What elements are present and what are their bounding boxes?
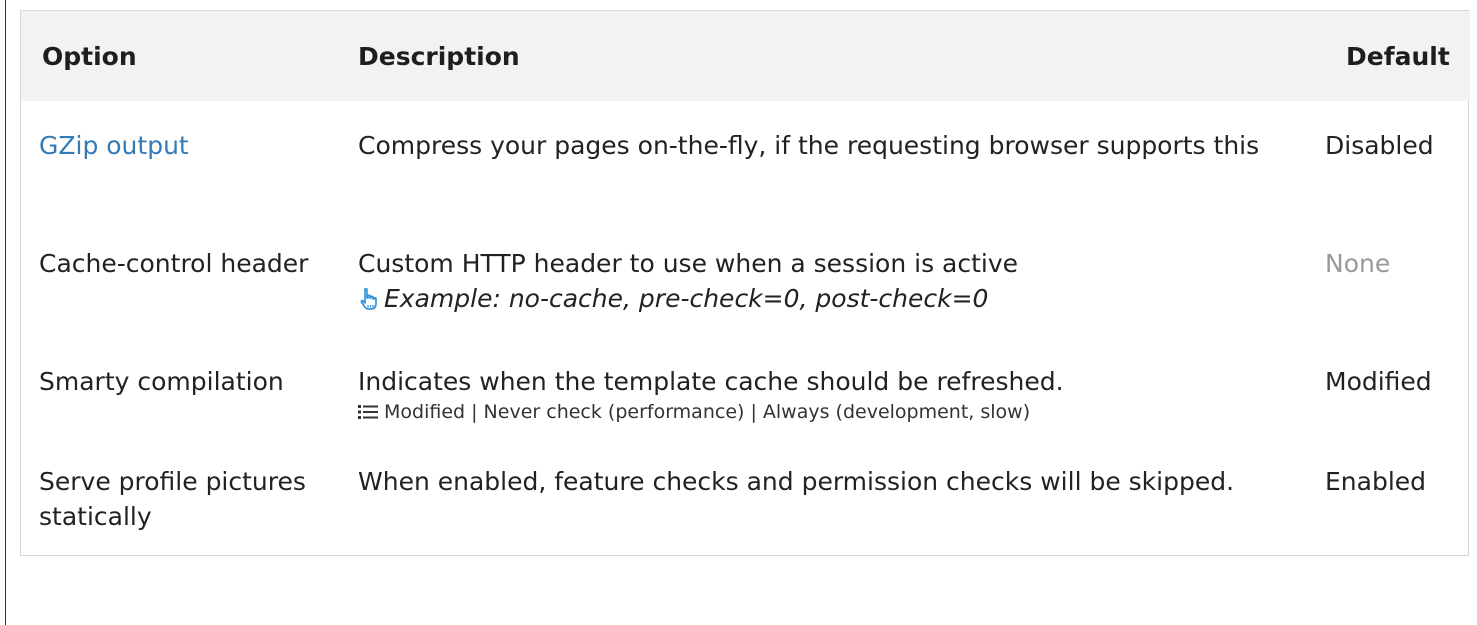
table-row: Smarty compilation Indicates when the te… xyxy=(21,337,1470,437)
table-row: Serve profile pictures statically When e… xyxy=(21,437,1470,557)
option-cell: Serve profile pictures statically xyxy=(39,467,306,531)
option-cell: Cache-control header xyxy=(39,249,309,278)
preferences-table: Option Description Default GZip output C… xyxy=(21,11,1470,557)
description-cell: Indicates when the template cache should… xyxy=(351,337,1324,437)
table-header: Option Description Default xyxy=(21,11,1470,101)
header-description: Description xyxy=(358,41,520,71)
header-default: Default xyxy=(1346,41,1450,71)
description-text: Indicates when the template cache should… xyxy=(358,367,1064,396)
description-cell: Custom HTTP header to use when a session… xyxy=(351,219,1324,337)
table-row: Cache-control header Custom HTTP header … xyxy=(21,219,1470,337)
pointing-hand-icon xyxy=(360,287,377,310)
example-line: Example: no-cache, pre-check=0, post-che… xyxy=(358,281,988,316)
description-text: Custom HTTP header to use when a session… xyxy=(358,249,1019,278)
description-cell: Compress your pages on-the-fly, if the r… xyxy=(358,131,1260,160)
options-list-line: Modified | Never check (performance) | A… xyxy=(358,399,1304,425)
default-cell: Disabled xyxy=(1325,131,1434,160)
list-icon xyxy=(358,405,378,419)
option-cell: GZip output xyxy=(21,101,351,219)
left-border-line xyxy=(5,0,6,625)
options-list-text: Modified | Never check (performance) | A… xyxy=(384,401,1031,423)
description-cell: When enabled, feature checks and permiss… xyxy=(358,467,1235,496)
default-cell: Modified xyxy=(1325,367,1432,396)
header-option: Option xyxy=(42,41,137,71)
preferences-table-container: Option Description Default GZip output C… xyxy=(20,10,1470,557)
table-row: GZip output Compress your pages on-the-f… xyxy=(21,101,1470,219)
default-cell: None xyxy=(1325,249,1391,278)
default-cell: Enabled xyxy=(1325,467,1427,496)
gzip-output-link[interactable]: GZip output xyxy=(39,131,189,160)
option-cell: Smarty compilation xyxy=(39,367,284,396)
example-text: Example: no-cache, pre-check=0, post-che… xyxy=(384,284,989,313)
